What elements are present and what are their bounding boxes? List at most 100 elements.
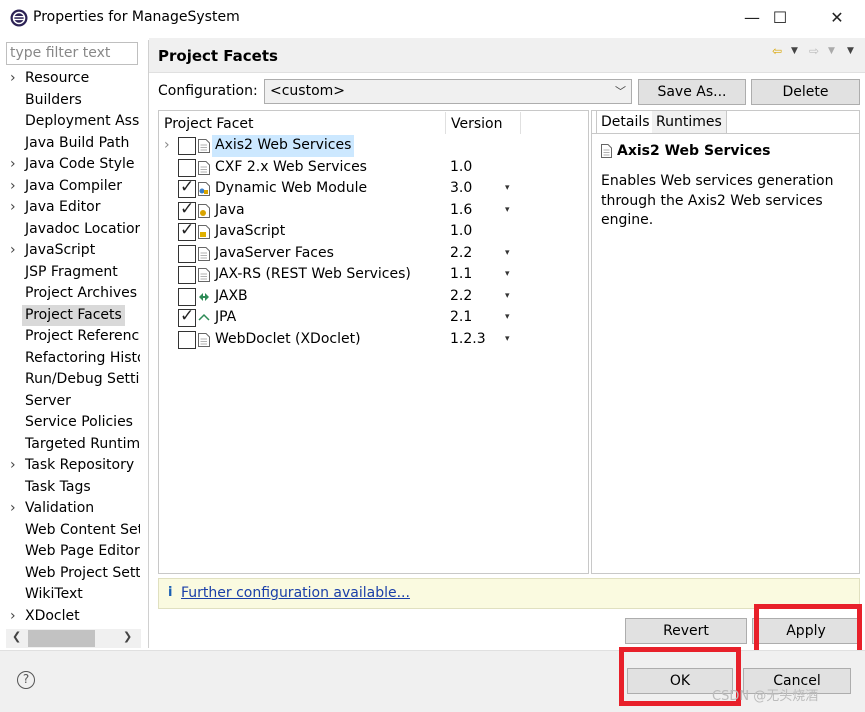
facet-row[interactable]: ✓ JPA 2.1 ▾ [160,306,588,329]
tree-item[interactable]: › Resource [0,68,140,90]
facet-version[interactable]: 1.0 [450,157,472,179]
configuration-label: Configuration: [158,83,258,99]
version-dropdown-icon[interactable]: ▾ [505,307,510,329]
facet-row[interactable]: WebDoclet (XDoclet) 1.2.3 ▾ [160,329,588,351]
tree-item[interactable]: Targeted Runtim [0,434,140,456]
facet-version[interactable]: 2.2 [450,243,472,265]
facet-row[interactable]: JAX-RS (REST Web Services) 1.1 ▾ [160,264,588,286]
tree-item[interactable]: › JavaScript [0,240,140,262]
tree-item[interactable]: Task Tags [0,477,140,499]
column-header-version[interactable]: Version [451,113,502,135]
chevron-right-icon[interactable]: › [10,176,16,198]
tree-item[interactable]: Run/Debug Setti [0,369,140,391]
watermark: CSDN @无头烧酒 [712,689,819,704]
facet-name: JAXB [215,287,248,304]
chevron-right-icon[interactable]: › [10,455,16,477]
chevron-right-icon[interactable]: › [10,197,16,219]
web-module-icon [198,182,210,196]
scroll-right-icon[interactable]: ❯ [123,630,132,643]
tree-item[interactable]: Project Referenc [0,326,140,348]
scrollbar-thumb[interactable] [28,630,95,647]
facet-checkbox[interactable] [178,330,196,349]
forward-arrow-icon[interactable]: ⇨ [809,44,819,58]
checkmark-icon: ✓ [180,306,195,326]
filter-input[interactable]: type filter text [6,42,138,65]
facet-version[interactable]: 1.0 [450,221,472,243]
facet-row[interactable]: ✓ JavaScript 1.0 [160,220,588,243]
tree-item[interactable]: Java Build Path [0,133,140,155]
facet-checkbox[interactable] [178,266,196,284]
tree-item[interactable]: Web Page Editor [0,541,140,563]
delete-button[interactable]: Delete [751,79,860,105]
back-menu-chevron-icon[interactable]: ▼ [791,46,798,56]
tab-details[interactable]: Details [596,110,655,134]
tree-item[interactable]: Builders [0,90,140,112]
facet-checkbox[interactable] [178,158,196,177]
facet-version[interactable]: 1.6 [450,200,472,222]
tree-item[interactable]: Project Archives [0,283,140,305]
version-dropdown-icon[interactable]: ▾ [505,264,510,286]
column-separator[interactable] [520,112,521,134]
tree-item[interactable]: › Java Code Style [0,154,140,176]
further-configuration-link[interactable]: Further configuration available... [181,585,410,601]
facet-row[interactable]: ✓ Dynamic Web Module 3.0 ▾ [160,177,588,200]
tree-item[interactable]: Web Content Set [0,520,140,542]
scroll-left-icon[interactable]: ❮ [12,630,21,643]
help-icon[interactable]: ? [17,671,35,689]
sash[interactable] [148,40,149,648]
tree-item[interactable]: Project Facets [0,304,140,326]
facet-checkbox[interactable] [178,287,196,306]
tree-item[interactable]: Javadoc Locatior [0,219,140,241]
save-as-button[interactable]: Save As... [638,79,746,105]
tree-item[interactable]: Deployment Ass [0,111,140,133]
tree-item[interactable]: › Task Repository [0,455,140,477]
facet-checkbox[interactable] [178,137,196,155]
tree-item[interactable]: Refactoring Histo [0,348,140,370]
facet-row[interactable]: CXF 2.x Web Services 1.0 [160,157,588,179]
tree-item[interactable]: JSP Fragment [0,262,140,284]
back-arrow-icon[interactable]: ⇦ [772,44,782,58]
version-dropdown-icon[interactable]: ▾ [505,178,510,200]
close-button[interactable]: ✕ [814,0,860,36]
tree-item[interactable]: Web Project Sett [0,563,140,585]
facet-row[interactable]: ✓ Java 1.6 ▾ [160,199,588,222]
version-dropdown-icon[interactable]: ▾ [505,200,510,222]
facet-checkbox[interactable] [178,244,196,263]
version-dropdown-icon[interactable]: ▾ [505,329,510,351]
tree-item[interactable]: Server [0,391,140,413]
tree-item[interactable]: Service Policies [0,412,140,434]
tab-runtimes[interactable]: Runtimes [652,110,727,134]
forward-menu-chevron-icon[interactable]: ▼ [828,46,835,56]
tree-item-label: Java Editor [25,199,101,215]
version-dropdown-icon[interactable]: ▾ [505,286,510,308]
configuration-combo[interactable]: <custom> ﹀ [264,79,632,104]
chevron-right-icon[interactable]: › [10,68,16,90]
facet-version[interactable]: 3.0 [450,178,472,200]
chevron-right-icon[interactable]: › [10,498,16,520]
tree-item-label: Project Archives [25,285,138,301]
facet-row[interactable]: JAXB 2.2 ▾ [160,286,588,308]
column-header-facet[interactable]: Project Facet [164,113,254,135]
chevron-right-icon[interactable]: › [164,135,170,157]
facet-version[interactable]: 1.2.3 [450,329,486,351]
chevron-right-icon[interactable]: › [10,154,16,176]
tree-item[interactable]: › Java Compiler [0,176,140,198]
tree-item[interactable]: › Java Editor [0,197,140,219]
tree-item[interactable]: › XDoclet [0,606,140,628]
tree-item-label: Service Policies [25,414,133,430]
facet-version[interactable]: 2.1 [450,307,472,329]
column-separator[interactable] [445,112,446,134]
version-dropdown-icon[interactable]: ▾ [505,243,510,265]
revert-button[interactable]: Revert [625,618,747,644]
facet-name: CXF 2.x Web Services [215,158,367,175]
chevron-right-icon[interactable]: › [10,606,16,628]
tree-item[interactable]: WikiText [0,584,140,606]
view-menu-icon[interactable]: ▼ [847,46,854,56]
facet-version[interactable]: 1.1 [450,264,472,286]
facet-row[interactable]: › Axis2 Web Services [160,135,588,157]
facet-version[interactable]: 2.2 [450,286,472,308]
facet-row[interactable]: JavaServer Faces 2.2 ▾ [160,243,588,265]
tree-item[interactable]: › Validation [0,498,140,520]
maximize-button[interactable]: ☐ [757,0,803,36]
chevron-right-icon[interactable]: › [10,240,16,262]
